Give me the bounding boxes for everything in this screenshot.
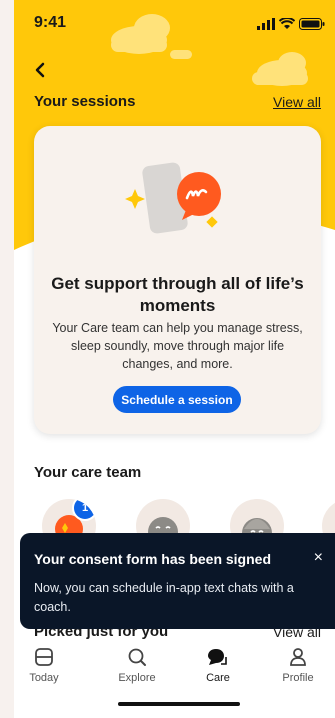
chat-icon — [208, 649, 227, 665]
signal-icon — [257, 18, 275, 30]
left-edge — [0, 0, 14, 718]
tab-care[interactable]: Care — [188, 646, 248, 684]
view-all-sessions-link[interactable]: View all — [273, 94, 321, 110]
toast-title: Your consent form has been signed — [34, 551, 272, 567]
notification-badge: 1 — [72, 499, 96, 521]
sessions-title: Your sessions — [34, 93, 136, 110]
card-title: Get support through all of life’s moment… — [51, 274, 304, 315]
battery-icon — [299, 18, 325, 30]
schedule-session-button[interactable]: Schedule a session — [113, 386, 241, 413]
bottom-tab-bar: Today Explore Care Profile — [14, 640, 335, 690]
tab-today-label: Today — [29, 672, 59, 684]
chat-phone-illustration — [125, 162, 221, 234]
care-team-title: Your care team — [34, 464, 142, 481]
card-description: Your Care team can help you manage stres… — [52, 321, 303, 371]
tab-care-label: Care — [206, 672, 230, 684]
tab-explore-label: Explore — [118, 672, 156, 684]
toast-message: Now, you can schedule in-app text chats … — [34, 581, 294, 614]
status-time: 9:41 — [34, 14, 67, 31]
wifi-icon — [279, 18, 295, 29]
tab-profile-label: Profile — [282, 672, 314, 684]
search-icon — [128, 648, 146, 666]
status-icons — [257, 18, 325, 30]
today-icon — [35, 648, 53, 666]
home-indicator — [118, 702, 240, 706]
close-icon[interactable]: × — [314, 549, 323, 567]
tab-profile[interactable]: Profile — [268, 646, 328, 684]
back-button[interactable] — [34, 58, 58, 82]
profile-icon — [290, 648, 306, 666]
tab-today[interactable]: Today — [14, 646, 74, 684]
consent-toast: Your consent form has been signed × Now,… — [20, 533, 335, 629]
chevron-left-icon — [35, 62, 45, 78]
care-screen: 9:41 Your sessions View all Get support … — [0, 0, 335, 718]
support-card: Get support through all of life’s moment… — [34, 126, 321, 434]
tab-explore[interactable]: Explore — [107, 646, 167, 684]
